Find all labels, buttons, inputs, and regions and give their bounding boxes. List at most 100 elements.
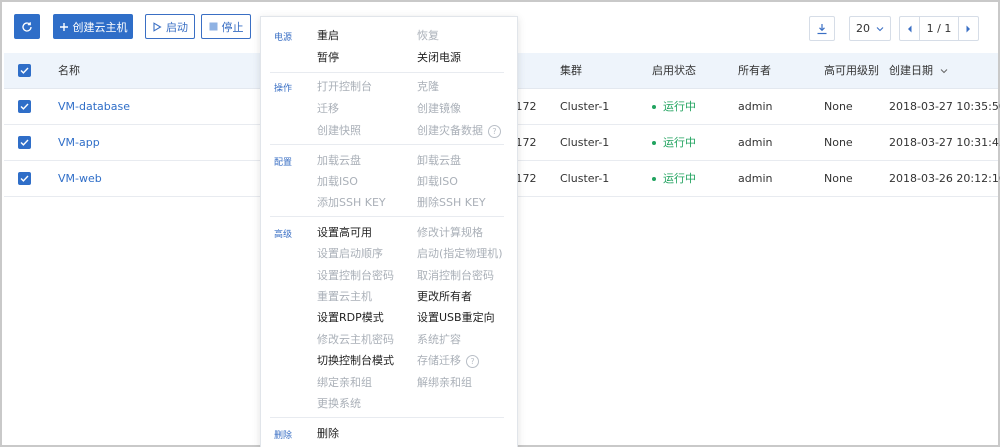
menu-item-attach-disk: 加载云盘 <box>317 154 361 167</box>
check-icon <box>20 139 29 146</box>
menu-item-attach-iso: 加载ISO <box>317 175 358 188</box>
ha-cell: None <box>824 136 853 149</box>
menu-item-backup: 创建灾备数据? <box>417 122 501 138</box>
menu-item-pause[interactable]: 暂停 <box>317 49 339 65</box>
col-ha[interactable]: 高可用级别 <box>824 53 879 89</box>
state-cell: 运行中 <box>652 125 696 161</box>
caret-right-icon <box>965 25 971 33</box>
menu-divider <box>270 144 504 145</box>
menu-item-storage-migrate-label: 存储迁移 <box>417 354 461 367</box>
menu-item-poweroff[interactable]: 关闭电源 <box>417 49 461 65</box>
status-dot-icon <box>652 141 656 145</box>
row-checkbox[interactable] <box>18 100 31 113</box>
menu-item-snapshot: 创建快照 <box>317 124 361 137</box>
col-state[interactable]: 启用状态 <box>652 53 696 89</box>
menu-section-ops: 操作 <box>274 84 293 94</box>
menu-item-console-mode[interactable]: 切换控制台模式 <box>317 352 394 368</box>
caret-left-icon <box>907 25 913 33</box>
help-icon[interactable]: ? <box>466 354 479 368</box>
download-button[interactable] <box>809 16 835 41</box>
menu-item-resume: 恢复 <box>417 29 439 42</box>
row-checkbox[interactable] <box>18 172 31 185</box>
menu-divider <box>270 72 504 73</box>
menu-item-detach-disk: 卸载云盘 <box>417 154 461 167</box>
menu-item-add-ssh-key: 添加SSH KEY <box>317 196 386 209</box>
page-size-value: 20 <box>856 22 870 35</box>
menu-item-change-owner[interactable]: 更改所有者 <box>417 288 472 304</box>
refresh-button[interactable] <box>14 14 40 39</box>
prev-page-button[interactable] <box>900 17 920 40</box>
page-indicator: 1 / 1 <box>926 22 952 35</box>
menu-item-usb-redirect[interactable]: 设置USB重定向 <box>417 309 495 325</box>
refresh-icon <box>21 21 33 33</box>
menu-item-cancel-console-password: 取消控制台密码 <box>417 269 494 282</box>
create-vm-label: 创建云主机 <box>72 20 128 34</box>
menu-item-detach-iso: 卸载ISO <box>417 175 458 188</box>
state-label: 运行中 <box>663 100 696 113</box>
menu-item-set-ha[interactable]: 设置高可用 <box>317 224 372 240</box>
cluster-cell: Cluster-1 <box>560 172 610 185</box>
menu-item-storage-migrate: 存储迁移? <box>417 352 479 368</box>
stop-icon <box>209 22 218 31</box>
vm-name-link[interactable]: VM-database <box>58 89 130 125</box>
menu-item-bind-affinity: 绑定亲和组 <box>317 376 372 389</box>
menu-item-delete[interactable]: 删除 <box>317 425 339 441</box>
chevron-down-icon <box>876 26 884 32</box>
col-created[interactable]: 创建日期 <box>889 53 948 89</box>
menu-item-console-password: 设置控制台密码 <box>317 269 394 282</box>
play-icon <box>152 21 162 32</box>
col-cluster[interactable]: 集群 <box>560 53 582 89</box>
select-all-checkbox[interactable] <box>18 64 31 77</box>
ha-cell: None <box>824 172 853 185</box>
next-page-button[interactable] <box>957 17 978 40</box>
check-icon <box>20 175 29 182</box>
download-icon <box>816 23 828 35</box>
menu-section-config: 配置 <box>274 158 293 168</box>
check-icon <box>20 103 29 110</box>
vm-name-link[interactable]: VM-app <box>58 125 100 161</box>
owner-cell: admin <box>738 136 773 149</box>
menu-item-delete-ssh-key: 删除SSH KEY <box>417 196 486 209</box>
menu-item-console: 打开控制台 <box>317 80 372 93</box>
ha-cell: None <box>824 100 853 113</box>
menu-item-start-on-host: 启动(指定物理机) <box>417 247 503 260</box>
owner-cell: admin <box>738 100 773 113</box>
menu-item-clone: 克隆 <box>417 80 439 93</box>
state-cell: 运行中 <box>652 161 696 197</box>
created-cell: 2018-03-26 20:12:16 <box>889 172 1000 185</box>
menu-item-reboot[interactable]: 重启 <box>317 27 339 43</box>
stop-button[interactable]: 停止 <box>201 14 251 39</box>
menu-item-unbind-affinity: 解绑亲和组 <box>417 376 472 389</box>
create-vm-button[interactable]: 创建云主机 <box>53 14 133 39</box>
plus-icon <box>59 22 69 32</box>
page-size-select[interactable]: 20 <box>849 16 891 41</box>
menu-section-advanced: 高级 <box>274 230 293 240</box>
pager: 1 / 1 <box>899 16 979 41</box>
cluster-cell: Cluster-1 <box>560 100 610 113</box>
start-button[interactable]: 启动 <box>145 14 195 39</box>
check-icon <box>20 67 29 74</box>
menu-item-boot-order: 设置启动顺序 <box>317 247 383 260</box>
start-label: 启动 <box>166 20 188 34</box>
vm-name-link[interactable]: VM-web <box>58 161 102 197</box>
menu-item-create-image: 创建镜像 <box>417 102 461 115</box>
col-created-label: 创建日期 <box>889 64 933 77</box>
state-label: 运行中 <box>663 136 696 149</box>
cluster-cell: Cluster-1 <box>560 136 610 149</box>
stop-label: 停止 <box>221 20 244 34</box>
col-name[interactable]: 名称 <box>58 53 80 89</box>
menu-divider <box>270 417 504 418</box>
created-cell: 2018-03-27 10:35:50 <box>889 100 1000 113</box>
col-owner[interactable]: 所有者 <box>738 53 771 89</box>
menu-item-rdp-mode[interactable]: 设置RDP模式 <box>317 309 384 325</box>
row-checkbox[interactable] <box>18 136 31 149</box>
menu-divider <box>270 216 504 217</box>
sort-down-icon <box>940 68 948 74</box>
menu-section-power: 电源 <box>274 33 293 43</box>
menu-item-migrate: 迁移 <box>317 102 339 115</box>
app-window: 创建云主机 启动 停止 20 1 / 1 名称 集群 启用状态 所有者 高可用级… <box>0 0 1000 447</box>
help-icon[interactable]: ? <box>488 124 501 138</box>
menu-item-change-spec: 修改计算规格 <box>417 226 483 239</box>
created-cell: 2018-03-27 10:31:43 <box>889 136 1000 149</box>
menu-item-reset-vm: 重置云主机 <box>317 290 372 303</box>
